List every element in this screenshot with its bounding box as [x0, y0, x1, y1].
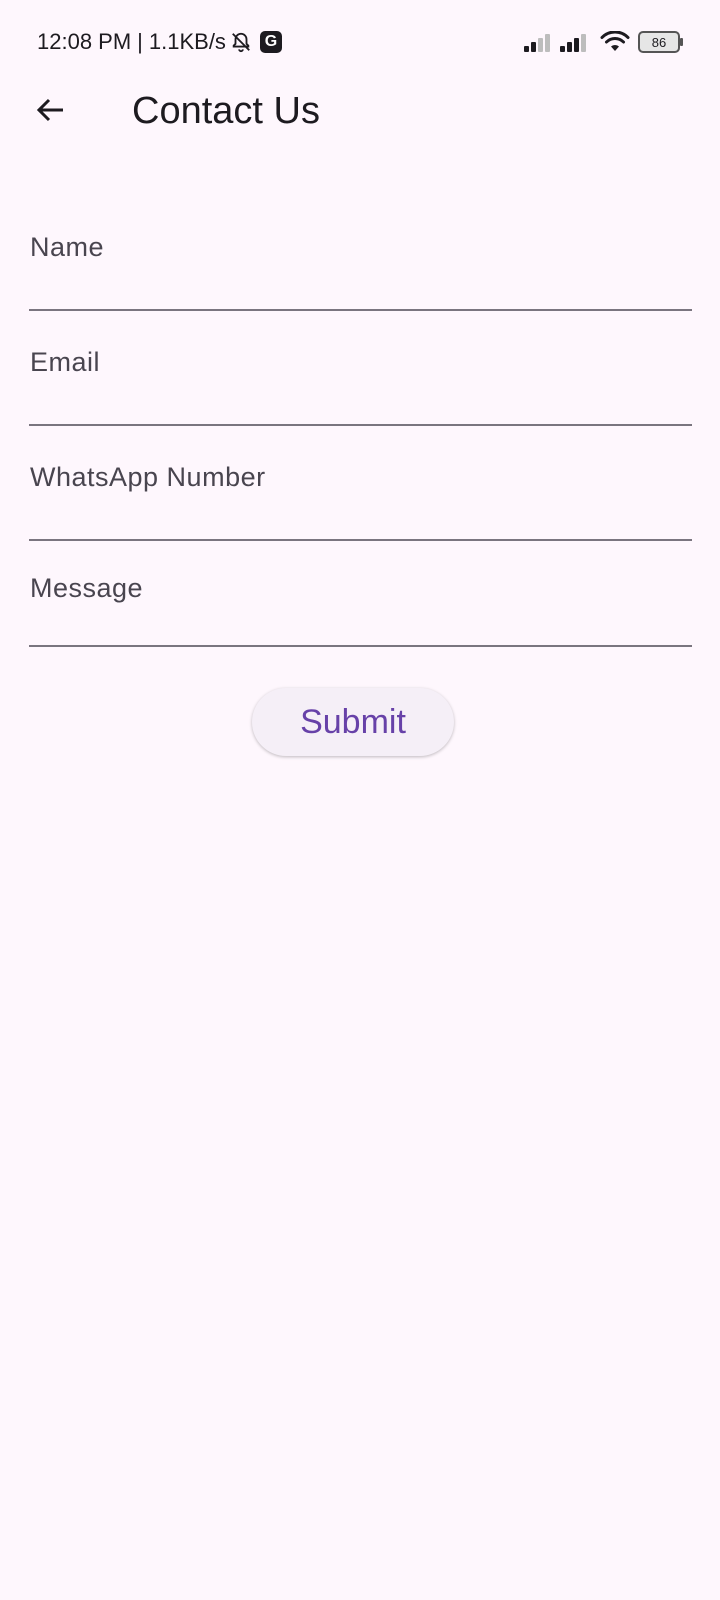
email-field[interactable]: Email — [29, 320, 692, 426]
bell-off-icon — [230, 31, 252, 53]
name-field[interactable]: Name — [29, 205, 692, 311]
status-right: 86 — [524, 28, 683, 56]
arrow-left-icon — [34, 94, 66, 131]
battery-icon: 86 — [638, 31, 683, 53]
submit-button[interactable]: Submit — [252, 688, 454, 756]
whatsapp-number-input[interactable] — [29, 435, 692, 539]
email-input[interactable] — [29, 320, 692, 424]
app-bar: Contact Us — [0, 80, 720, 144]
back-button[interactable] — [26, 88, 74, 136]
status-bar: 12:08 PM | 1.1KB/s G 86 — [0, 0, 720, 80]
message-field[interactable]: Message — [29, 550, 692, 647]
signal-sim1-icon — [524, 32, 552, 52]
status-time: 12:08 PM — [37, 29, 132, 54]
status-separator: | — [137, 29, 143, 54]
g-app-icon: G — [259, 31, 282, 53]
message-input[interactable] — [29, 550, 692, 645]
status-left: 12:08 PM | 1.1KB/s G — [37, 28, 282, 56]
wifi-icon — [600, 31, 630, 53]
page-title: Contact Us — [132, 90, 320, 132]
network-speed: 1.1KB/s — [148, 29, 226, 54]
whatsapp-number-field[interactable]: WhatsApp Number — [29, 435, 692, 541]
signal-sim2-icon — [560, 32, 588, 52]
name-input[interactable] — [29, 205, 692, 309]
